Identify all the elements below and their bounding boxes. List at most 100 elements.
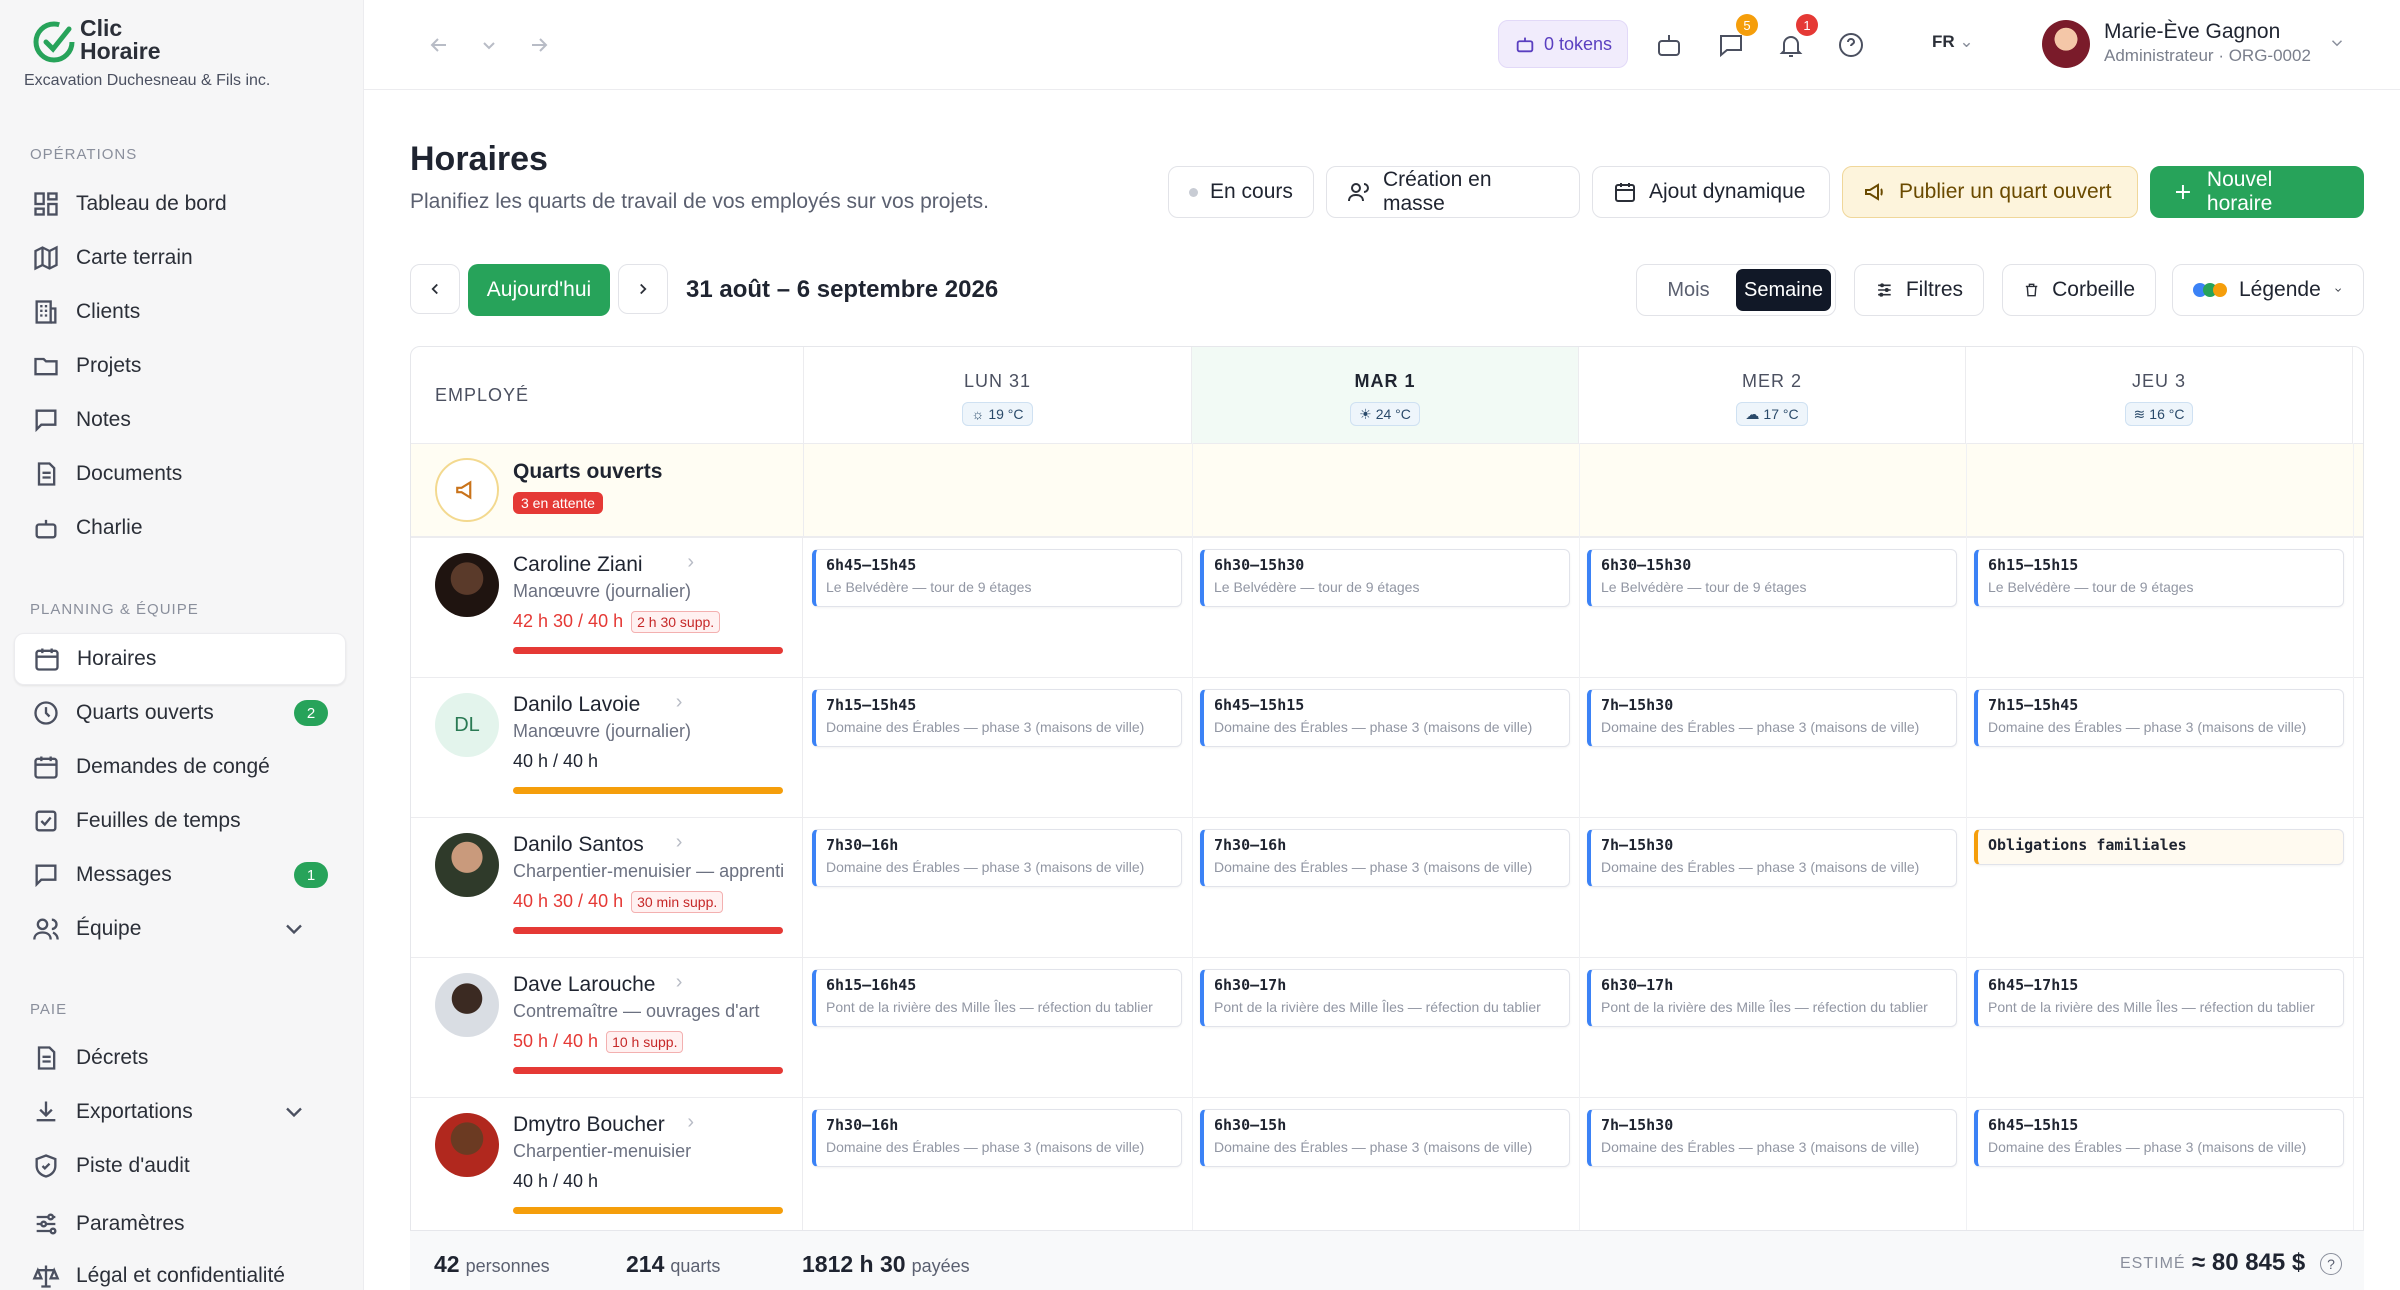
prev-week-button[interactable] <box>410 264 460 314</box>
filters-button[interactable]: Filtres <box>1854 264 1984 316</box>
shift-card[interactable]: 6h30–17h Pont de la rivière des Mille Île… <box>1587 969 1957 1027</box>
sidebar-item-open-shifts[interactable]: Quarts ouverts 2 <box>14 687 346 739</box>
chevron-down-icon[interactable] <box>2328 34 2346 52</box>
en-cours-button[interactable]: En cours <box>1168 166 1314 218</box>
shift-card[interactable]: 6h30–15h30 Le Belvédère — tour de 9 étage… <box>1200 549 1570 607</box>
en-cours-label: En cours <box>1210 180 1293 203</box>
employee-name[interactable]: Dave Larouche <box>513 973 655 997</box>
arrow-left-icon[interactable] <box>420 26 458 64</box>
absence-card[interactable]: Obligations familiales <box>1974 829 2344 865</box>
shift-card[interactable]: 7h30–16h Domaine des Érables — phase 3 (m… <box>812 1109 1182 1167</box>
open-shifts-row[interactable]: Quarts ouverts 3 en attente <box>411 443 2363 538</box>
shift-card[interactable]: 6h15–16h45 Pont de la rivière des Mille Î… <box>812 969 1182 1027</box>
shift-time: 7h–15h30 <box>1601 836 1674 854</box>
shift-time: 7h30–16h <box>826 836 899 854</box>
sidebar-item-notes[interactable]: Notes <box>14 394 346 446</box>
sidebar-item-team[interactable]: Équipe <box>14 903 346 955</box>
bulk-create-button[interactable]: Création en masse <box>1326 166 1580 218</box>
shift-card[interactable]: 7h30–16h Domaine des Érables — phase 3 (m… <box>812 829 1182 887</box>
chevron-down-icon[interactable] <box>470 26 508 64</box>
employee-name[interactable]: Danilo Lavoie <box>513 693 640 717</box>
legend-button[interactable]: Légende <box>2172 264 2364 316</box>
shift-card[interactable]: 7h–15h30 Domaine des Érables — phase 3 (m… <box>1587 689 1957 747</box>
robot-icon[interactable] <box>1650 26 1688 64</box>
column-divider <box>2353 443 2354 1289</box>
robot-icon <box>35 519 57 539</box>
shift-card[interactable]: 7h30–16h Domaine des Érables — phase 3 (m… <box>1200 829 1570 887</box>
shift-card[interactable]: 7h–15h30 Domaine des Érables — phase 3 (m… <box>1587 829 1957 887</box>
shift-card[interactable]: 6h45–17h15 Pont de la rivière des Mille Î… <box>1974 969 2344 1027</box>
sidebar-item-dashboard[interactable]: Tableau de bord <box>14 178 346 230</box>
view-week[interactable]: Semaine <box>1736 269 1831 311</box>
sidebar-item-settings[interactable]: Paramètres <box>14 1198 346 1250</box>
language-select[interactable]: FR ⌄ <box>1932 32 1974 52</box>
help-icon[interactable] <box>1832 26 1870 64</box>
shift-time: 7h30–16h <box>826 1116 899 1134</box>
day-header-today[interactable]: MAR 1 ☀ 24 °C <box>1192 347 1579 443</box>
column-divider <box>1966 443 1967 1289</box>
filters-label: Filtres <box>1905 278 1963 301</box>
sidebar-item-label: Décrets <box>76 1046 149 1069</box>
logo[interactable]: Clic Horaire <box>30 14 161 66</box>
sidebar-item-leave[interactable]: Demandes de congé <box>14 741 346 793</box>
shift-card[interactable]: 7h–15h30 Domaine des Érables — phase 3 (m… <box>1587 1109 1957 1167</box>
topbar <box>364 0 2400 90</box>
shift-card[interactable]: 6h45–15h15 Domaine des Érables — phase 3 … <box>1200 689 1570 747</box>
employee-name[interactable]: Danilo Santos <box>513 833 644 857</box>
sidebar-item-exports[interactable]: Exportations <box>14 1086 346 1138</box>
sidebar-item-documents[interactable]: Documents <box>14 448 346 500</box>
employee-cell[interactable]: Caroline Ziani › Manœuvre (journalier) 42 h… <box>411 537 803 677</box>
trash-button[interactable]: Corbeille <box>2002 264 2156 316</box>
section-label-planning: PLANNING & ÉQUIPE <box>30 601 199 618</box>
shift-card[interactable]: 6h45–15h45 Le Belvédère — tour de 9 étage… <box>812 549 1182 607</box>
employee-role: Contremaître — ouvrages d'art <box>513 1001 760 1021</box>
sidebar-item-projects[interactable]: Projets <box>14 340 346 392</box>
new-schedule-button[interactable]: Nouvel horaire <box>2150 166 2364 218</box>
arrow-right-icon[interactable] <box>520 26 558 64</box>
shift-card[interactable]: 6h30–15h Domaine des Érables — phase 3 (m… <box>1200 1109 1570 1167</box>
shift-card[interactable]: 6h30–15h30 Le Belvédère — tour de 9 étage… <box>1587 549 1957 607</box>
day-header[interactable]: MER 2 ☁ 17 °C <box>1579 347 1966 443</box>
sidebar-item-timesheets[interactable]: Feuilles de temps <box>14 795 346 847</box>
checklist-icon <box>35 810 57 832</box>
next-week-button[interactable] <box>618 264 668 314</box>
estimate-value: ≈ 80 845 $ <box>2192 1249 2306 1276</box>
day-header[interactable]: JEU 3 ≋ 16 °C <box>1966 347 2353 443</box>
sidebar-item-label: Quarts ouverts <box>76 701 214 724</box>
day-label: JEU 3 <box>2131 371 2187 391</box>
sidebar-item-map[interactable]: Carte terrain <box>14 232 346 284</box>
employee-cell[interactable]: Danilo Santos › Charpentier-menuisier — ap… <box>411 817 803 957</box>
open-shifts-title: Quarts ouverts <box>513 460 663 483</box>
help-icon[interactable]: ? <box>2320 1253 2342 1275</box>
hours-summary: 50 h / 40 h 10 h supp. <box>513 1031 684 1053</box>
shift-card[interactable]: 7h15–15h45 Domaine des Érables — phase 3 … <box>812 689 1182 747</box>
sidebar-item-decrets[interactable]: Décrets <box>14 1032 346 1084</box>
sidebar-item-charlie[interactable]: Charlie <box>14 502 346 554</box>
employee-cell[interactable]: Dmytro Boucher › Charpentier-menuisier 40 h… <box>411 1097 803 1237</box>
hours-value: 40 h / 40 h <box>513 1171 599 1191</box>
day-header[interactable]: LUN 31 ☼ 19 °C <box>804 347 1192 443</box>
tokens-label: 0 tokens <box>1543 33 1613 54</box>
publish-open-shift-button[interactable]: Publier un quart ouvert <box>1842 166 2138 218</box>
employee-name[interactable]: Caroline Ziani <box>513 553 643 577</box>
sidebar-item-legal[interactable]: Légal et confidentialité <box>14 1250 346 1290</box>
shift-time: 6h30–15h <box>1214 1116 1287 1134</box>
sidebar-item-messages[interactable]: Messages 1 <box>14 849 346 901</box>
employee-cell[interactable]: Dave Larouche › Contremaître — ouvrages d'… <box>411 957 803 1097</box>
avatar[interactable] <box>2042 20 2090 68</box>
sidebar-item-label: Notes <box>76 408 131 431</box>
shift-card[interactable]: 7h15–15h45 Domaine des Érables — phase 3 … <box>1974 689 2344 747</box>
sidebar-item-audit[interactable]: Piste d'audit <box>14 1140 346 1192</box>
employee-cell[interactable]: DL Danilo Lavoie › Manœuvre (journalier) 40 … <box>411 677 803 817</box>
tokens-button[interactable]: 0 tokens <box>1498 20 1628 68</box>
sidebar-item-clients[interactable]: Clients <box>14 286 346 338</box>
shift-card[interactable]: 6h30–17h Pont de la rivière des Mille Île… <box>1200 969 1570 1027</box>
today-button[interactable]: Aujourd'hui <box>468 264 610 316</box>
shift-card[interactable]: 6h15–15h15 Le Belvédère — tour de 9 étage… <box>1974 549 2344 607</box>
shift-project: Le Belvédère — tour de 9 étages <box>1214 579 1420 595</box>
sidebar-item-horaires[interactable]: Horaires <box>14 633 346 685</box>
view-month[interactable]: Mois <box>1641 269 1736 311</box>
employee-name[interactable]: Dmytro Boucher <box>513 1113 665 1137</box>
shift-card[interactable]: 6h45–15h15 Domaine des Érables — phase 3 … <box>1974 1109 2344 1167</box>
dynamic-add-button[interactable]: Ajout dynamique <box>1592 166 1830 218</box>
